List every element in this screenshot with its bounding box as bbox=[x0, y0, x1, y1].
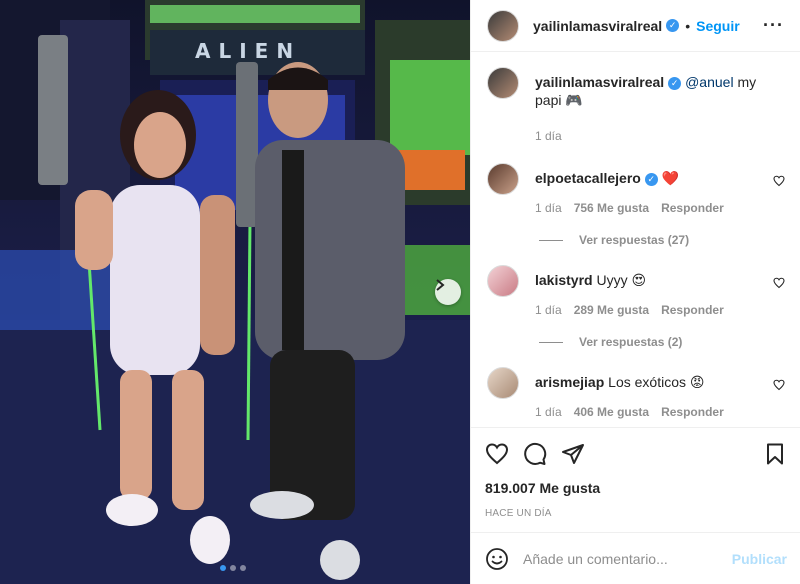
more-options-button[interactable]: ··· bbox=[763, 15, 784, 36]
comment-text: ❤️ bbox=[661, 170, 680, 186]
post-photo[interactable]: ALIEN bbox=[0, 0, 470, 584]
comment-username[interactable]: lakistyrd bbox=[535, 272, 593, 288]
next-slide-button[interactable] bbox=[435, 279, 461, 305]
comment-input[interactable] bbox=[523, 550, 732, 567]
post-timestamp: HACE UN DÍA bbox=[485, 508, 552, 519]
comment-time: 1 día bbox=[535, 303, 562, 317]
comment-bubble-icon[interactable] bbox=[523, 442, 547, 466]
save-bookmark-icon[interactable] bbox=[763, 442, 787, 466]
comment-item: elpoetacallejero ✓ ❤️ 1 día 756 Me gusta … bbox=[487, 163, 785, 217]
svg-text:ALIEN: ALIEN bbox=[195, 39, 301, 63]
comment-meta: 1 día 289 Me gusta Responder bbox=[535, 301, 763, 319]
comment-avatar[interactable] bbox=[487, 163, 519, 195]
author-username[interactable]: yailinlamasviralreal bbox=[533, 18, 662, 34]
post-actions: 819.007 Me gusta HACE UN DÍA bbox=[471, 427, 800, 519]
carousel-dot-active bbox=[220, 565, 226, 571]
comment-username[interactable]: arismejiap bbox=[535, 374, 604, 390]
caption-mention-link[interactable]: @anuel bbox=[685, 74, 733, 90]
comment-time: 1 día bbox=[535, 405, 562, 419]
add-comment-bar: Publicar bbox=[471, 532, 800, 584]
verified-badge-icon: ✓ bbox=[666, 19, 680, 32]
author-avatar[interactable] bbox=[487, 9, 519, 42]
like-comment-heart-icon[interactable] bbox=[773, 277, 785, 289]
share-paper-plane-icon[interactable] bbox=[561, 442, 585, 466]
comment-text: Los exóticos 😡 bbox=[608, 374, 705, 390]
chevron-right-icon bbox=[436, 279, 445, 291]
comment-item: lakistyrd Uyyy 😍 1 día 289 Me gusta Resp… bbox=[487, 265, 785, 319]
comment-item: arismejiap Los exóticos 😡 1 día 406 Me g… bbox=[487, 367, 785, 421]
reply-button[interactable]: Responder bbox=[661, 301, 724, 319]
comment-likes[interactable]: 756 Me gusta bbox=[574, 199, 649, 217]
carousel-indicator bbox=[220, 565, 246, 571]
follow-button[interactable]: Seguir bbox=[696, 18, 740, 34]
post-header: yailinlamasviralreal ✓ • Seguir ··· bbox=[471, 0, 800, 52]
comment-username[interactable]: elpoetacallejero bbox=[535, 170, 641, 186]
reply-button[interactable]: Responder bbox=[661, 403, 724, 421]
comment-likes[interactable]: 289 Me gusta bbox=[574, 301, 649, 319]
like-comment-heart-icon[interactable] bbox=[773, 379, 785, 391]
like-count[interactable]: 819.007 Me gusta bbox=[485, 480, 787, 496]
caption-meta: 1 día bbox=[535, 127, 763, 145]
view-replies-button[interactable]: Ver respuestas (27) bbox=[539, 233, 785, 247]
comment-meta: 1 día 406 Me gusta Responder bbox=[535, 403, 763, 421]
like-heart-icon[interactable] bbox=[485, 442, 509, 466]
caption-avatar[interactable] bbox=[487, 67, 519, 99]
like-comment-heart-icon[interactable] bbox=[773, 175, 785, 187]
emoji-smiley-icon[interactable] bbox=[485, 547, 509, 571]
caption-time: 1 día bbox=[535, 129, 562, 143]
comment-text: Uyyy 😍 bbox=[596, 272, 647, 288]
comment-avatar[interactable] bbox=[487, 265, 519, 297]
caption: yailinlamasviralreal ✓ @anuel my papi 🎮 1… bbox=[487, 67, 785, 145]
carousel-dot bbox=[240, 565, 246, 571]
comment-likes[interactable]: 406 Me gusta bbox=[574, 403, 649, 421]
photo-scene: ALIEN bbox=[0, 0, 470, 584]
post-side-panel: yailinlamasviralreal ✓ • Seguir ··· yail… bbox=[470, 0, 800, 584]
verified-badge-icon: ✓ bbox=[644, 172, 658, 186]
comments-list[interactable]: yailinlamasviralreal ✓ @anuel my papi 🎮 1… bbox=[471, 53, 800, 426]
comment-meta: 1 día 756 Me gusta Responder bbox=[535, 199, 763, 217]
header-separator: • bbox=[685, 17, 691, 34]
reply-button[interactable]: Responder bbox=[661, 199, 724, 217]
comment-time: 1 día bbox=[535, 201, 562, 215]
view-replies-button[interactable]: Ver respuestas (2) bbox=[539, 335, 785, 349]
publish-button[interactable]: Publicar bbox=[732, 551, 787, 567]
action-icons bbox=[485, 442, 787, 466]
verified-badge-icon: ✓ bbox=[668, 76, 682, 90]
caption-username[interactable]: yailinlamasviralreal bbox=[535, 74, 664, 90]
comment-avatar[interactable] bbox=[487, 367, 519, 399]
carousel-dot bbox=[230, 565, 236, 571]
